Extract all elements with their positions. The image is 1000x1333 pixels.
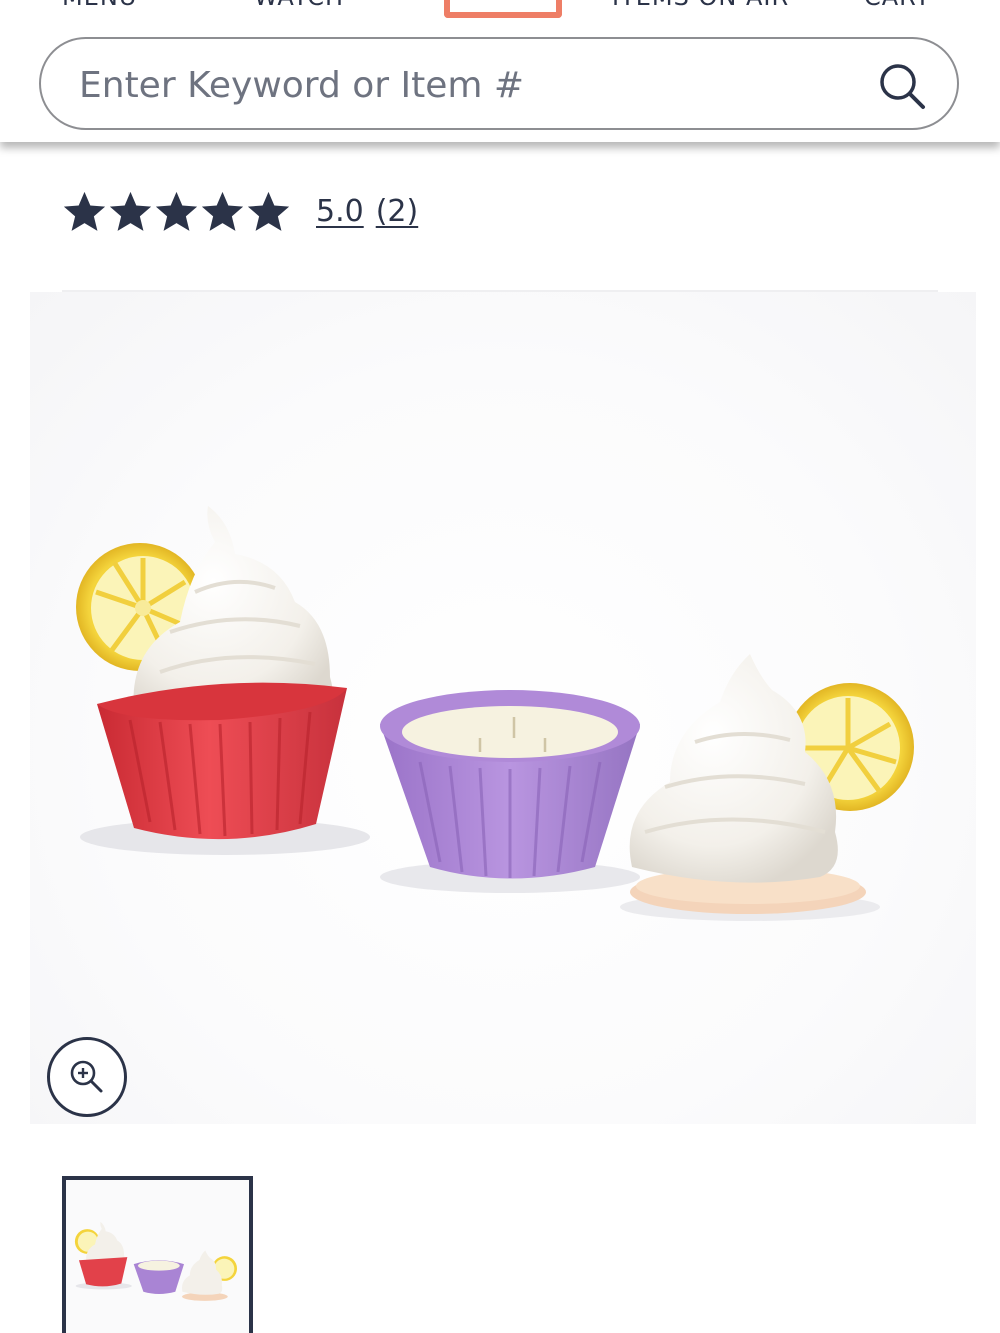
zoom-button[interactable] [47,1037,127,1117]
rating-value-link[interactable]: 5.0 [316,194,364,229]
top-nav: MENU WATCH ITEMS ON AIR CART [0,0,1000,142]
brand-logo[interactable] [444,0,562,18]
star-icon [247,191,290,231]
star-icon [109,191,152,231]
nav-items-on-air-link[interactable]: ITEMS ON AIR [612,0,789,11]
nav-watch-link[interactable]: WATCH [254,0,344,11]
search-bar [39,37,959,130]
product-page: MENU WATCH ITEMS ON AIR CART 5.0 (2) [0,0,1000,1333]
search-input[interactable] [77,55,841,115]
nav-menu-link[interactable]: MENU [62,0,137,11]
search-icon[interactable] [877,61,927,111]
rating-row: 5.0 (2) [62,185,418,237]
candle-wax [402,706,618,758]
star-rating [62,189,291,234]
product-image[interactable] [30,292,976,1124]
nav-cart-link[interactable]: CART [864,0,931,11]
product-thumbnail-selected[interactable] [62,1176,253,1333]
star-icon [201,191,244,231]
review-count-link[interactable]: (2) [376,194,419,229]
star-icon [63,191,106,231]
zoom-in-icon [70,1060,103,1093]
star-icon [155,191,198,231]
frosting [629,654,838,883]
